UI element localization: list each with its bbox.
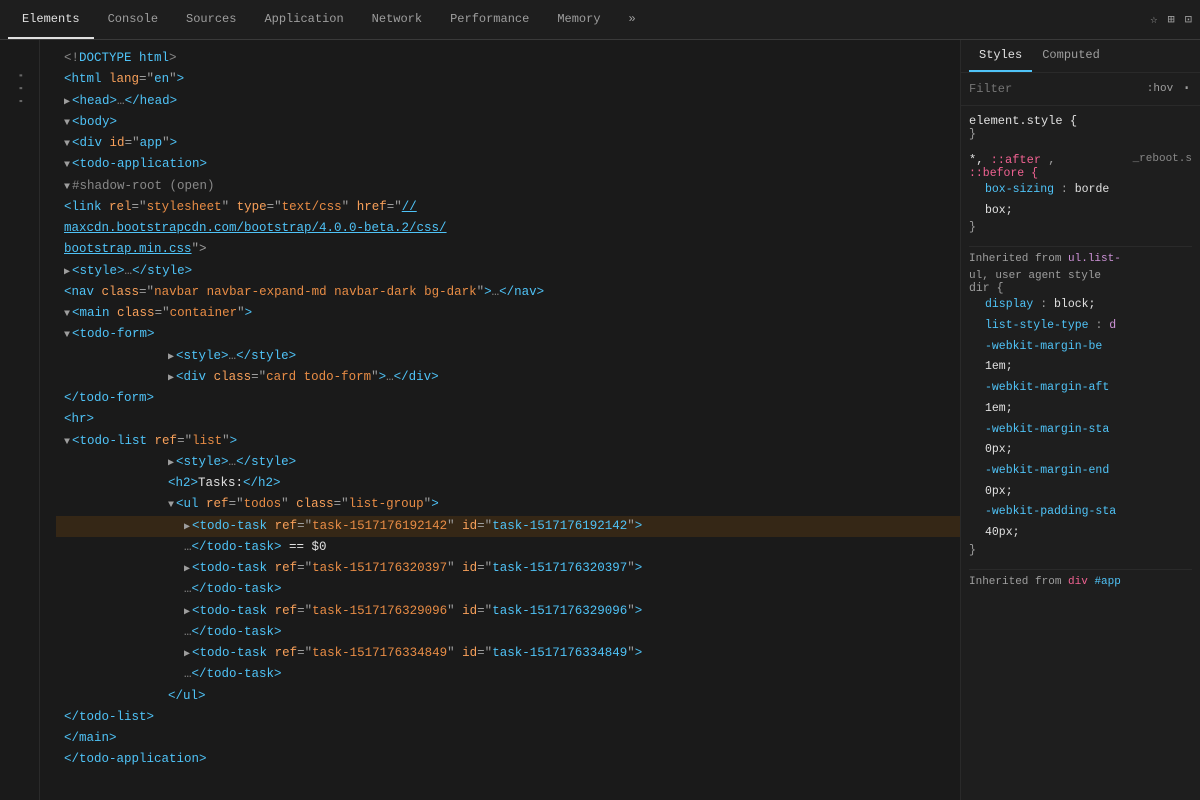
line-task4: <todo-task ref="task-1517176334849" id="… xyxy=(56,643,960,664)
inherited-label-div: Inherited from div #app xyxy=(969,569,1192,588)
user-agent-block: ul, user agent style dir { display : blo… xyxy=(969,269,1192,556)
line-task2: <todo-task ref="task-1517176320397" id="… xyxy=(56,558,960,579)
line-link-url: maxcdn.bootstrapcdn.com/bootstrap/4.0.0-… xyxy=(56,218,960,239)
list-style-type-prop: list-style-type : d xyxy=(969,316,1192,337)
element-style-selector: element.style { xyxy=(969,114,1192,128)
tab-computed[interactable]: Computed xyxy=(1032,40,1110,72)
webkit-margin-aft-prop: -webkit-margin-aft xyxy=(969,378,1192,399)
line-todo-form-open: <todo-form> xyxy=(56,324,960,345)
webkit-margin-sta-prop: -webkit-margin-sta xyxy=(969,420,1192,441)
filter-bar: :hov · xyxy=(961,73,1200,106)
line-task1-close: …</todo-task> == $0 xyxy=(56,537,960,558)
line-ul: <ul ref="todos" class="list-group"> xyxy=(56,494,960,515)
left-strip: ··· xyxy=(0,40,40,800)
styles-content: element.style { } *, ::after , _reboot.s xyxy=(961,106,1200,800)
line-h2: <h2>Tasks:</h2> xyxy=(56,473,960,494)
line-main-close: </main> xyxy=(56,728,960,749)
tab-performance[interactable]: Performance xyxy=(436,0,543,39)
line-style-1: <style>…</style> xyxy=(56,261,960,282)
toolbar-right: ☆ ⊞ ⊡ xyxy=(1150,12,1192,27)
inherited-label-ul: Inherited from ul.list- xyxy=(969,246,1192,265)
line-task3-close: …</todo-task> xyxy=(56,622,960,643)
tab-console[interactable]: Console xyxy=(94,0,172,39)
webkit-padding-sta-prop: -webkit-padding-sta xyxy=(969,502,1192,523)
dom-panel[interactable]: <!DOCTYPE html> <html lang="en"> <head>…… xyxy=(40,40,960,800)
line-div-card: <div class="card todo-form">…</div> xyxy=(56,367,960,388)
bookmark-icon[interactable]: ⊞ xyxy=(1168,12,1175,27)
tab-memory[interactable]: Memory xyxy=(543,0,614,39)
element-style-block: element.style { } xyxy=(969,114,1192,141)
tab-network[interactable]: Network xyxy=(358,0,436,39)
box-val: box; xyxy=(969,201,1192,222)
tab-more[interactable]: » xyxy=(615,0,650,39)
devtools-toolbar: Elements Console Sources Application Net… xyxy=(0,0,1200,40)
line-task3: <todo-task ref="task-1517176329096" id="… xyxy=(56,601,960,622)
line-html: <html lang="en"> xyxy=(56,69,960,90)
line-style-3: <style>…</style> xyxy=(56,452,960,473)
display-prop: display : block; xyxy=(969,295,1192,316)
box-sizing-prop: box-sizing : borde xyxy=(969,180,1192,201)
webkit-margin-be-prop: -webkit-margin-be xyxy=(969,337,1192,358)
line-main: <main class="container"> xyxy=(56,303,960,324)
window-icon[interactable]: ⊡ xyxy=(1185,12,1192,27)
line-body: <body> xyxy=(56,112,960,133)
line-head: <head>…</head> xyxy=(56,91,960,112)
line-task4-close: …</todo-task> xyxy=(56,664,960,685)
line-div-app: <div id="app"> xyxy=(56,133,960,154)
universal-selector-header: *, ::after , _reboot.s xyxy=(969,153,1192,167)
line-todo-app: <todo-application> xyxy=(56,154,960,175)
line-todo-list-close: </todo-list> xyxy=(56,707,960,728)
universal-selector-block: *, ::after , _reboot.s ::before { box-si… xyxy=(969,153,1192,234)
filter-input[interactable] xyxy=(969,82,1139,96)
line-ul-close: </ul> xyxy=(56,686,960,707)
tab-elements[interactable]: Elements xyxy=(8,0,94,39)
styles-tabs: Styles Computed xyxy=(961,40,1200,73)
styles-panel: Styles Computed :hov · element.style { } xyxy=(960,40,1200,800)
tab-application[interactable]: Application xyxy=(250,0,357,39)
line-nav: <nav class="navbar navbar-expand-md navb… xyxy=(56,282,960,303)
line-link-close: bootstrap.min.css"> xyxy=(56,239,960,260)
main-layout: ··· <!DOCTYPE html> <html lang="en"> <he… xyxy=(0,40,1200,800)
line-link: <link rel="stylesheet" type="text/css" h… xyxy=(56,197,960,218)
line-task1: <todo-task ref="task-1517176192142" id="… xyxy=(56,516,960,537)
tab-bar: Elements Console Sources Application Net… xyxy=(8,0,650,39)
line-style-2: <style>…</style> xyxy=(56,346,960,367)
tab-sources[interactable]: Sources xyxy=(172,0,250,39)
line-todo-app-close: </todo-application> xyxy=(56,749,960,770)
line-task2-close: …</todo-task> xyxy=(56,579,960,600)
side-dots: ··· xyxy=(10,70,30,108)
line-todo-form-close: </todo-form> xyxy=(56,388,960,409)
line-doctype: <!DOCTYPE html> xyxy=(56,48,960,69)
line-shadow-root: #shadow-root (open) xyxy=(56,176,960,197)
filter-dot: · xyxy=(1181,79,1192,99)
tab-styles[interactable]: Styles xyxy=(969,40,1032,72)
star-icon[interactable]: ☆ xyxy=(1150,12,1157,27)
filter-hov: :hov xyxy=(1147,83,1173,95)
line-hr: <hr> xyxy=(56,409,960,430)
line-todo-list: <todo-list ref="list"> xyxy=(56,431,960,452)
dom-content: <!DOCTYPE html> <html lang="en"> <head>…… xyxy=(40,48,960,771)
webkit-margin-end-prop: -webkit-margin-end xyxy=(969,461,1192,482)
